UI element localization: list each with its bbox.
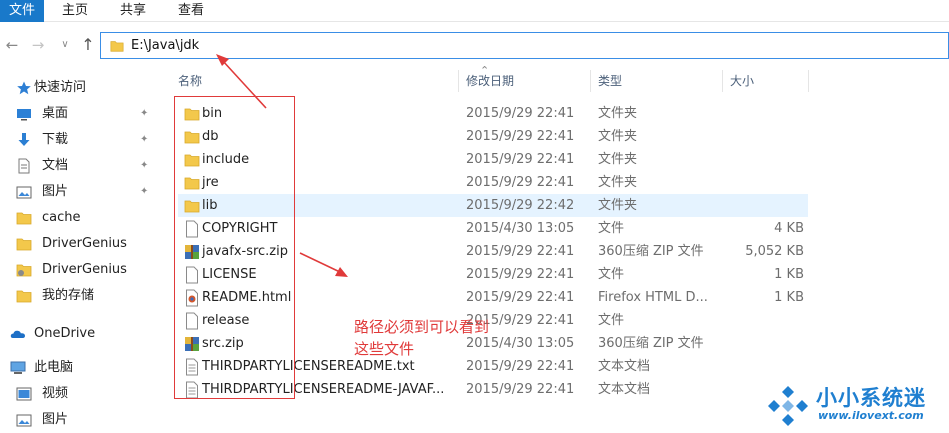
sidebar-item-label: 下载 xyxy=(42,132,69,147)
file-date: 2015/9/29 22:42 xyxy=(466,198,575,213)
annotation-note: 路径必须到可以看到这些文件 xyxy=(354,318,490,358)
sidebar-item-label: 图片 xyxy=(42,412,69,427)
file-size: 1 KB xyxy=(774,290,804,305)
sidebar-item-label: cache xyxy=(42,210,81,225)
tab-home[interactable]: 主页 xyxy=(62,0,88,22)
file-type: 文件夹 xyxy=(598,152,638,167)
computer-icon xyxy=(10,361,26,374)
file-type: 文件 xyxy=(598,267,625,282)
sidebar-item-quick-access[interactable]: 快速访问 xyxy=(0,76,160,100)
file-type: 文件夹 xyxy=(598,175,638,190)
file-type: 文件夹 xyxy=(598,106,638,121)
sidebar-item-label: 桌面 xyxy=(42,106,69,121)
file-type: 360压缩 ZIP 文件 xyxy=(598,244,704,259)
pin-icon[interactable]: ✦ xyxy=(140,186,150,198)
pin-icon[interactable]: ✦ xyxy=(140,108,150,120)
column-header: ⌃ 名称 修改日期 类型 大小 xyxy=(170,64,949,94)
sidebar-item-pictures-pc[interactable]: 图片 xyxy=(0,408,160,432)
sidebar-item-documents[interactable]: 文档 ✦ xyxy=(0,154,160,178)
watermark-title: 小小系统迷 xyxy=(816,386,926,410)
sidebar-item-label: 我的存储 xyxy=(42,288,95,303)
star-icon xyxy=(17,81,31,95)
pin-icon[interactable]: ✦ xyxy=(140,134,150,146)
file-type: 360压缩 ZIP 文件 xyxy=(598,336,704,351)
column-divider[interactable] xyxy=(590,70,591,92)
sidebar-item-label: 快速访问 xyxy=(34,80,87,95)
pictures-icon xyxy=(16,414,32,427)
file-date: 2015/9/29 22:41 xyxy=(466,175,575,190)
column-name[interactable]: 名称 xyxy=(178,68,202,94)
column-divider[interactable] xyxy=(808,70,809,92)
file-size: 5,052 KB xyxy=(745,244,804,259)
tab-share[interactable]: 共享 xyxy=(120,0,146,22)
navigation-bar: ← → ∨ ↑ E:\Java\jdk xyxy=(0,26,949,64)
logo-icon xyxy=(768,386,808,426)
cloud-icon xyxy=(10,330,25,338)
file-type: 文件 xyxy=(598,313,625,328)
sidebar-item-desktop[interactable]: 桌面 ✦ xyxy=(0,102,160,126)
file-date: 2015/9/29 22:41 xyxy=(466,106,575,121)
chevron-down-icon[interactable]: ∨ xyxy=(55,35,75,55)
file-type: 文件夹 xyxy=(598,198,638,213)
watermark-url: www.ilovext.com xyxy=(818,409,924,422)
download-icon xyxy=(18,133,30,146)
video-icon xyxy=(16,387,32,401)
file-date: 2015/9/29 22:41 xyxy=(466,244,575,259)
folder-icon xyxy=(16,290,32,303)
tab-view[interactable]: 查看 xyxy=(178,0,204,22)
navigation-pane: 快速访问 桌面 ✦ 下载 ✦ 文档 ✦ 图片 ✦ cache DriverGen… xyxy=(0,72,160,433)
folder-icon xyxy=(16,212,32,225)
sidebar-item-videos[interactable]: 视频 xyxy=(0,382,160,406)
desktop-icon xyxy=(17,109,31,121)
sidebar-item-label: DriverGenius xyxy=(42,262,127,277)
column-date[interactable]: 修改日期 xyxy=(466,68,514,94)
sidebar-item-label: DriverGenius xyxy=(42,236,127,251)
column-divider[interactable] xyxy=(722,70,723,92)
file-date: 2015/4/30 13:05 xyxy=(466,221,575,236)
folder-icon xyxy=(110,41,124,52)
pin-icon[interactable]: ✦ xyxy=(140,160,150,172)
sidebar-item-drivergenius-app[interactable]: DriverGenius xyxy=(0,258,160,282)
sidebar-item-drivergenius[interactable]: DriverGenius xyxy=(0,232,160,256)
watermark-logo: 小小系统迷 www.ilovext.com xyxy=(760,380,949,433)
address-path[interactable]: E:\Java\jdk xyxy=(131,33,199,58)
sidebar-item-label: 图片 xyxy=(42,184,69,199)
sidebar-item-label: 文档 xyxy=(42,158,69,173)
address-bar[interactable]: E:\Java\jdk xyxy=(100,32,949,59)
sidebar-item-label: 视频 xyxy=(42,386,69,401)
file-date: 2015/9/29 22:41 xyxy=(466,290,575,305)
ribbon: 文件 主页 共享 查看 xyxy=(0,0,949,22)
sidebar-item-label: OneDrive xyxy=(34,326,96,341)
sidebar-item-downloads[interactable]: 下载 ✦ xyxy=(0,128,160,152)
document-icon xyxy=(18,158,30,174)
file-type: 文本文档 xyxy=(598,382,651,397)
column-size[interactable]: 大小 xyxy=(730,68,754,94)
file-type: 文件夹 xyxy=(598,129,638,144)
folder-icon xyxy=(16,238,32,251)
back-arrow-icon[interactable]: ← xyxy=(2,35,22,55)
file-date: 2015/9/29 22:41 xyxy=(466,267,575,282)
file-type: 文件 xyxy=(598,221,625,236)
file-date: 2015/9/29 22:41 xyxy=(466,129,575,144)
column-type[interactable]: 类型 xyxy=(598,68,622,94)
sidebar-item-onedrive[interactable]: OneDrive xyxy=(0,322,160,346)
sidebar-item-cache[interactable]: cache xyxy=(0,206,160,230)
sidebar-item-label: 此电脑 xyxy=(34,360,74,375)
annotation-highlight-box xyxy=(174,96,295,399)
file-date: 2015/9/29 22:41 xyxy=(466,152,575,167)
pictures-icon xyxy=(16,186,32,199)
up-arrow-icon[interactable]: ↑ xyxy=(78,35,98,55)
column-divider[interactable] xyxy=(458,70,459,92)
sidebar-item-this-pc[interactable]: 此电脑 xyxy=(0,356,160,380)
forward-arrow-icon[interactable]: → xyxy=(28,35,48,55)
file-type: Firefox HTML D... xyxy=(598,290,708,305)
file-size: 4 KB xyxy=(774,221,804,236)
sidebar-item-my-storage[interactable]: 我的存储 xyxy=(0,284,160,308)
sidebar-item-pictures[interactable]: 图片 ✦ xyxy=(0,180,160,204)
file-date: 2015/9/29 22:41 xyxy=(466,382,575,397)
file-size: 1 KB xyxy=(774,267,804,282)
app-folder-icon xyxy=(16,264,32,277)
tab-file[interactable]: 文件 xyxy=(0,0,44,22)
file-type: 文本文档 xyxy=(598,359,651,374)
